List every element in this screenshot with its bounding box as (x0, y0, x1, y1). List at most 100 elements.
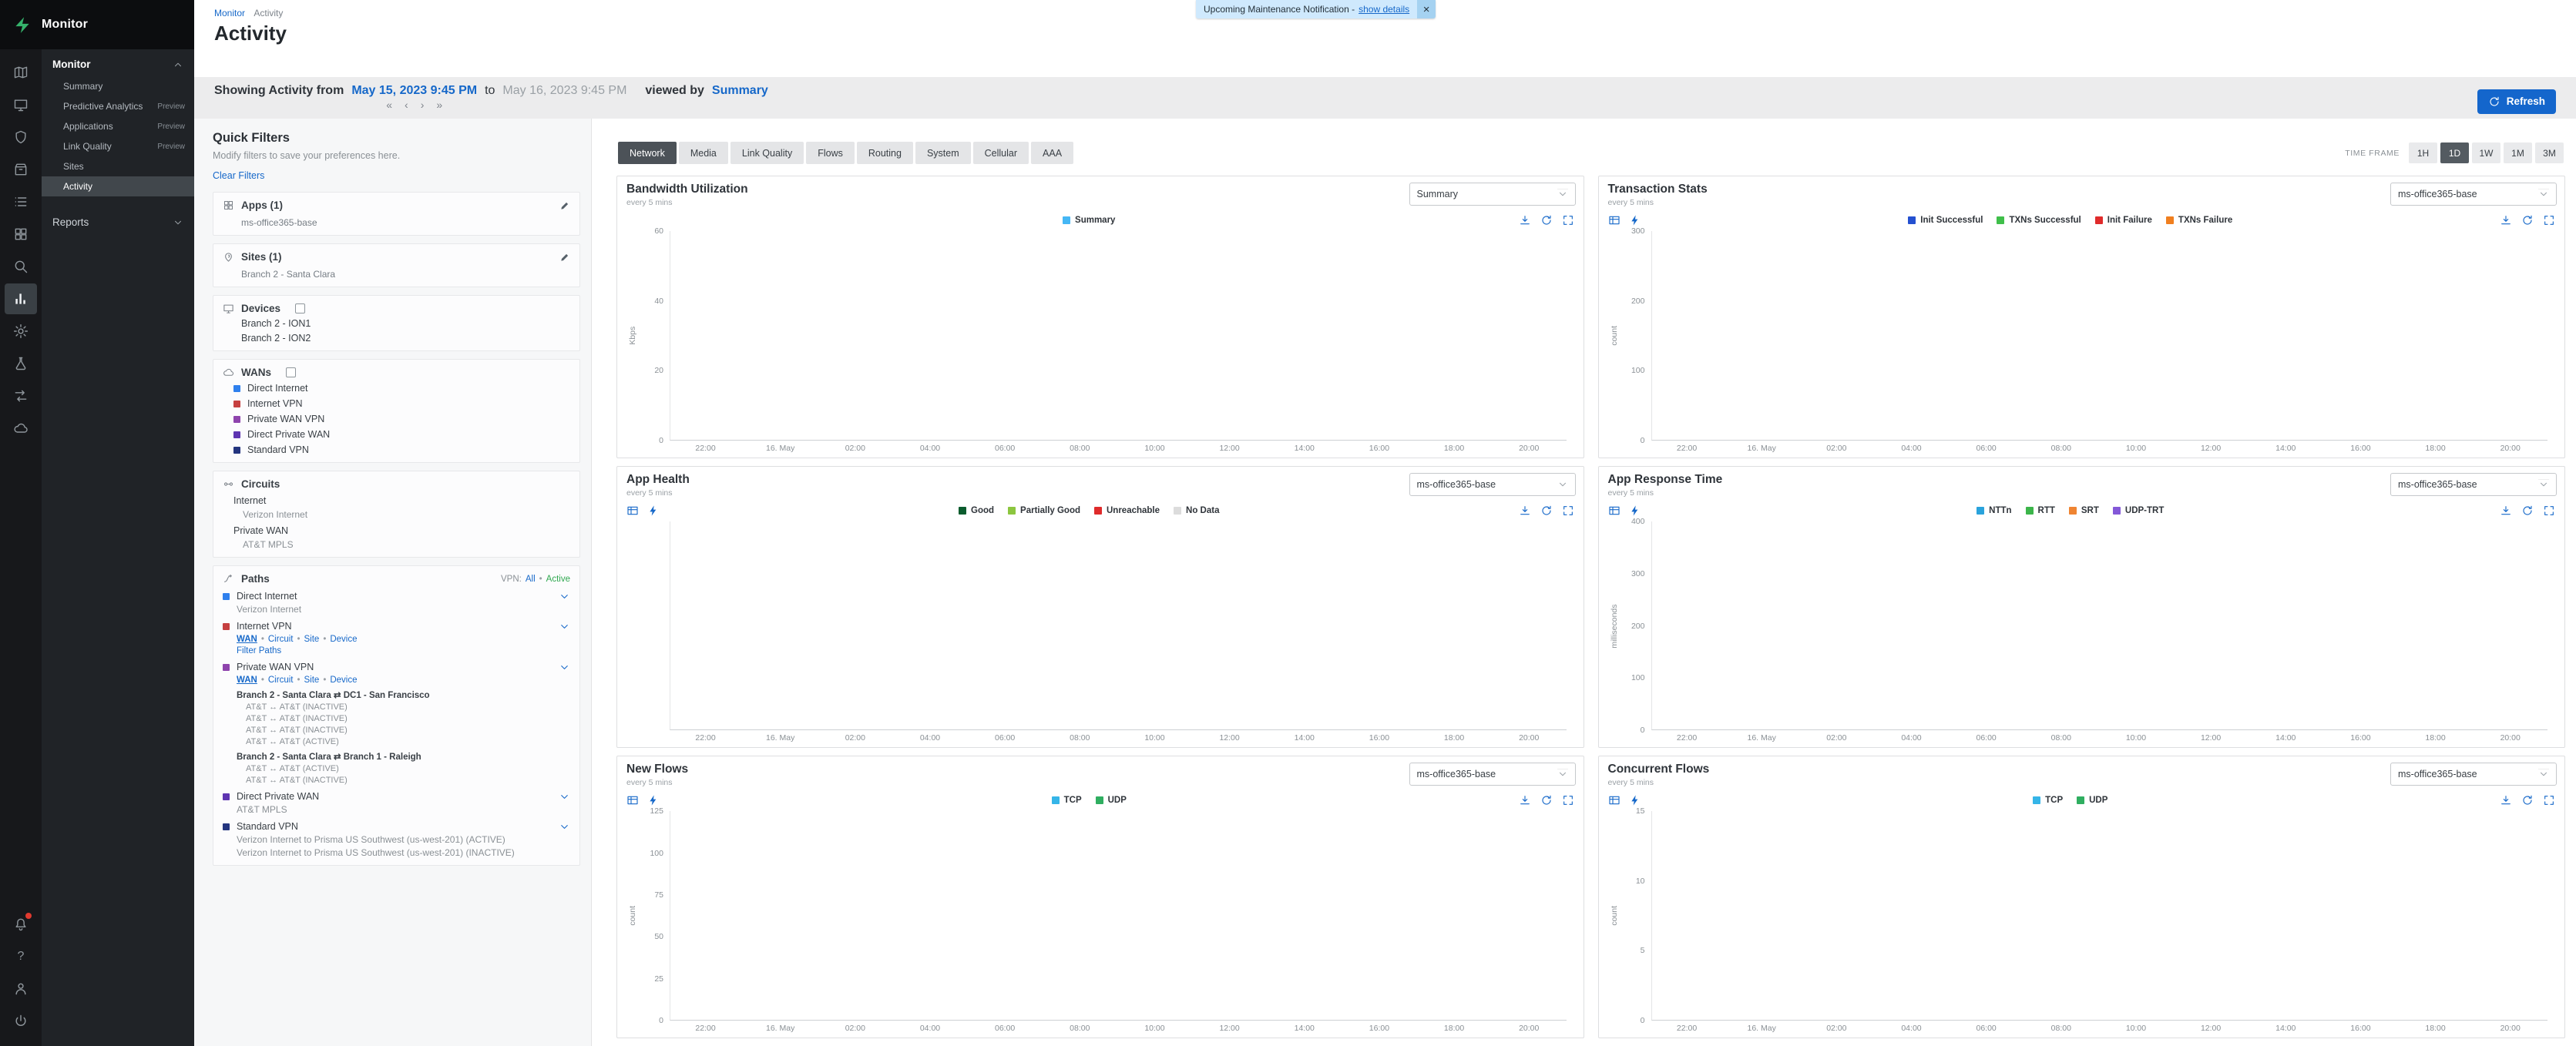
path-group-direct-internet[interactable]: Direct Internet (223, 591, 570, 602)
path-leg[interactable]: AT&T ↔ AT&T (ACTIVE) (223, 735, 570, 746)
path-leg[interactable]: AT&T ↔ AT&T (INACTIVE) (223, 773, 570, 785)
rail-power-button[interactable] (5, 1006, 37, 1037)
circuit-item[interactable]: AT&T MPLS (223, 536, 570, 550)
timeframe-1w[interactable]: 1W (2472, 142, 2500, 163)
rail-cloud-button[interactable] (5, 413, 37, 444)
expand-icon[interactable] (1562, 214, 1574, 226)
rail-list-button[interactable] (5, 186, 37, 217)
from-date-link[interactable]: May 15, 2023 9:45 PM (351, 84, 477, 98)
path-link-site[interactable]: Site (304, 635, 320, 644)
rail-devices-button[interactable] (5, 89, 37, 120)
viewed-by-summary-link[interactable]: Summary (712, 84, 768, 98)
rail-flows-button[interactable] (5, 381, 37, 411)
path-sub-item[interactable]: Verizon Internet to Prisma US Southwest … (223, 832, 570, 845)
tab-aaa[interactable]: AAA (1031, 142, 1073, 164)
legend-item-good[interactable]: Good (959, 506, 994, 515)
tab-routing[interactable]: Routing (857, 142, 913, 164)
refresh-icon[interactable] (2521, 505, 2534, 517)
table-view-icon[interactable] (626, 794, 639, 806)
rail-map-button[interactable] (5, 57, 37, 88)
tab-cellular[interactable]: Cellular (973, 142, 1029, 164)
legend-item-nttn[interactable]: NTTn (1977, 506, 2011, 515)
rail-shield-button[interactable] (5, 122, 37, 153)
rail-activity-button[interactable] (5, 283, 37, 314)
timeframe-3m[interactable]: 3M (2535, 142, 2564, 163)
bolt-icon[interactable] (647, 505, 660, 517)
vpn-active-link[interactable]: Active (546, 575, 570, 584)
chart-scope-dropdown[interactable]: ms-office365-base (2390, 183, 2557, 206)
chevron-down-icon[interactable] (559, 662, 570, 673)
legend-item-tcp[interactable]: TCP (2033, 796, 2063, 805)
sidebar-item-link-quality[interactable]: Link QualityPreview (42, 136, 194, 156)
expand-icon[interactable] (2543, 505, 2555, 517)
sidebar-item-activity[interactable]: Activity (42, 176, 194, 196)
chart-scope-dropdown[interactable]: ms-office365-base (1409, 763, 1576, 786)
refresh-icon[interactable] (1540, 214, 1553, 226)
legend-item-summary[interactable]: Summary (1063, 216, 1115, 225)
edit-apps-button[interactable] (559, 200, 570, 211)
download-icon[interactable] (2500, 794, 2512, 806)
chart-scope-dropdown[interactable]: ms-office365-base (1409, 473, 1576, 496)
download-icon[interactable] (1519, 794, 1531, 806)
vpn-all-link[interactable]: All (526, 575, 536, 584)
sidebar-item-predictive-analytics[interactable]: Predictive AnalyticsPreview (42, 96, 194, 116)
tab-media[interactable]: Media (679, 142, 728, 164)
refresh-icon[interactable] (2521, 794, 2534, 806)
bolt-icon[interactable] (1629, 505, 1641, 517)
wan-item[interactable]: Standard VPN (223, 440, 570, 455)
path-group-private-wan-vpn[interactable]: Private WAN VPN (223, 662, 570, 672)
rail-user-button[interactable] (5, 974, 37, 1004)
chart-scope-dropdown[interactable]: Summary (1409, 183, 1576, 206)
wan-item[interactable]: Direct Internet (223, 378, 570, 394)
rail-gear-button[interactable] (5, 316, 37, 347)
path-leg[interactable]: AT&T ↔ AT&T (INACTIVE) (223, 712, 570, 723)
edit-sites-button[interactable] (559, 252, 570, 263)
path-sub-item[interactable]: Verizon Internet to Prisma US Southwest … (223, 845, 570, 858)
filter-paths-link[interactable]: Filter Paths (223, 644, 570, 655)
sidebar-section-monitor[interactable]: Monitor (42, 49, 194, 76)
path-sub-item[interactable]: Verizon Internet (223, 602, 570, 615)
device-item[interactable]: Branch 2 - ION1 (223, 314, 570, 329)
expand-icon[interactable] (2543, 794, 2555, 806)
legend-item-udp[interactable]: UDP (1096, 796, 1127, 805)
sidebar-section-reports[interactable]: Reports (42, 209, 194, 236)
rail-apps-button[interactable] (5, 219, 37, 250)
path-link-wan[interactable]: WAN (237, 635, 257, 644)
path-link-wan[interactable]: WAN (237, 676, 257, 685)
table-view-icon[interactable] (1608, 505, 1620, 517)
bolt-icon[interactable] (1629, 794, 1641, 806)
sidebar-item-sites[interactable]: Sites (42, 156, 194, 176)
timeframe-1m[interactable]: 1M (2504, 142, 2532, 163)
legend-item-init-successful[interactable]: Init Successful (1908, 216, 1983, 225)
legend-item-udp-trt[interactable]: UDP-TRT (2113, 506, 2164, 515)
timeframe-1d[interactable]: 1D (2440, 142, 2469, 163)
path-group-direct-private-wan[interactable]: Direct Private WAN (223, 791, 570, 802)
legend-item-unreachable[interactable]: Unreachable (1094, 506, 1160, 515)
tab-link-quality[interactable]: Link Quality (730, 142, 804, 164)
wan-item[interactable]: Direct Private WAN (223, 424, 570, 440)
wans-checkbox[interactable] (286, 367, 296, 377)
rail-help-button[interactable]: ? (5, 941, 37, 972)
expand-icon[interactable] (2543, 214, 2555, 226)
refresh-icon[interactable] (1540, 794, 1553, 806)
download-icon[interactable] (1519, 214, 1531, 226)
devices-checkbox[interactable] (295, 303, 305, 313)
legend-item-txns-failure[interactable]: TXNs Failure (2166, 216, 2232, 225)
refresh-button[interactable]: Refresh (2477, 89, 2556, 114)
legend-item-no-data[interactable]: No Data (1174, 506, 1219, 515)
timeframe-1h[interactable]: 1H (2409, 142, 2437, 163)
tab-network[interactable]: Network (618, 142, 677, 164)
path-link-circuit[interactable]: Circuit (268, 676, 294, 685)
legend-item-init-failure[interactable]: Init Failure (2095, 216, 2152, 225)
first-page-button[interactable]: « (386, 100, 392, 110)
banner-close-button[interactable]: × (1417, 0, 1436, 18)
bolt-icon[interactable] (647, 794, 660, 806)
table-view-icon[interactable] (1608, 214, 1620, 226)
next-page-button[interactable]: › (421, 100, 425, 110)
sidebar-item-applications[interactable]: ApplicationsPreview (42, 116, 194, 136)
path-sub-item[interactable]: AT&T MPLS (223, 802, 570, 815)
legend-item-txns-successful[interactable]: TXNs Successful (1997, 216, 2081, 225)
table-view-icon[interactable] (626, 505, 639, 517)
legend-item-tcp[interactable]: TCP (1052, 796, 1082, 805)
breadcrumb-monitor-link[interactable]: Monitor (214, 8, 245, 18)
